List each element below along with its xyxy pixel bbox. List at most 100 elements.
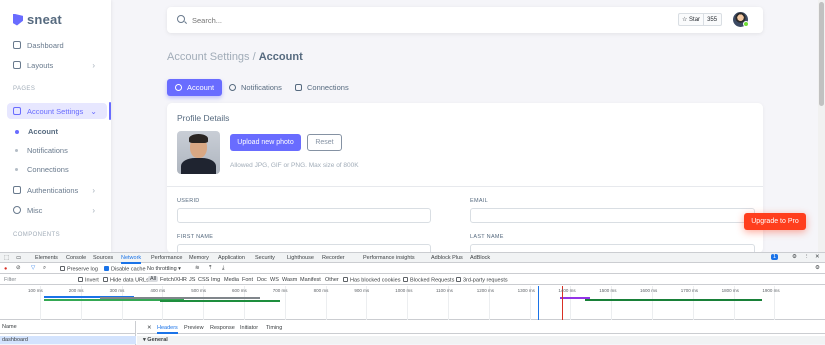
filter-type-img[interactable]: Img (211, 277, 220, 283)
devtools-tab-application[interactable]: Application (218, 255, 245, 261)
filter-type-doc[interactable]: Doc (257, 277, 267, 283)
detail-tabs: ✕ Headers Preview Response Initiator Tim… (137, 324, 825, 334)
devtools-tab-performance-insights[interactable]: Performance insights (363, 255, 415, 261)
detail-tab-initiator[interactable]: Initiator (240, 325, 258, 331)
filter-type-wasm[interactable]: Wasm (282, 277, 297, 283)
sidebar-subitem-account[interactable]: Account (15, 127, 58, 136)
blocked-requests-checkbox[interactable]: Blocked Requests (403, 277, 454, 284)
devtools-tab-network[interactable]: Network (121, 255, 142, 264)
upload-photo-button[interactable]: Upload new photo (230, 134, 301, 151)
sidebar-item-misc[interactable]: Misc › (13, 202, 105, 218)
devtools-tab-lighthouse[interactable]: Lighthouse (287, 255, 314, 261)
filter-type-css[interactable]: CSS (198, 277, 209, 283)
close-icon[interactable]: ✕ (147, 325, 152, 331)
devtools-tab-recorder[interactable]: Recorder (322, 255, 345, 261)
upgrade-button[interactable]: Upgrade to Pro (744, 213, 806, 230)
reset-button[interactable]: Reset (307, 134, 342, 151)
devtools-tab-console[interactable]: Console (66, 255, 86, 261)
detail-tab-timing[interactable]: Timing (266, 325, 282, 331)
userid-label: USERID (177, 198, 200, 204)
gear-icon[interactable]: ⚙ (792, 254, 797, 260)
timeline-tick-label: 1100 ms (436, 288, 453, 293)
third-party-checkbox[interactable]: 3rd-party requests (456, 277, 508, 284)
close-icon[interactable]: ✕ (815, 254, 820, 260)
star-icon: ☆ Star (679, 14, 705, 25)
detail-tab-response[interactable]: Response (210, 325, 235, 331)
avatar[interactable] (733, 12, 749, 27)
filter-type-other[interactable]: Other (325, 277, 339, 283)
issues-badge[interactable]: 1 (771, 254, 779, 260)
sidebar-subitem-label: Account (28, 127, 58, 136)
search-input[interactable] (192, 13, 492, 27)
devtools-tab-sources[interactable]: Sources (93, 255, 113, 261)
devtools-tab-adblock[interactable]: AdBlock (470, 255, 490, 261)
devtools-tab-adblock-plus[interactable]: Adblock Plus (431, 255, 463, 261)
timeline-tick-label: 1800 ms (721, 288, 739, 293)
filter-type-media[interactable]: Media (224, 277, 239, 283)
devtools-tab-security[interactable]: Security (255, 255, 275, 261)
settings-icon[interactable]: ⚙ (815, 265, 820, 271)
hide-data-urls-checkbox[interactable]: Hide data URLs (103, 277, 149, 284)
sidebar-item-label: Layouts (27, 60, 54, 70)
tab-connections[interactable]: Connections (287, 79, 357, 96)
dom-content-loaded-line (538, 286, 539, 320)
upload-icon[interactable]: ⤒ (209, 265, 211, 272)
invert-checkbox[interactable]: Invert (78, 277, 99, 284)
sidebar-item-account-settings[interactable]: Account Settings ⌄ (7, 103, 107, 119)
device-icon[interactable]: ▭ (16, 255, 21, 261)
filter-type-font[interactable]: Font (242, 277, 253, 283)
general-section-header[interactable]: ▾ General (137, 336, 825, 344)
timeline-tick-label: 1700 ms (680, 288, 699, 293)
sidebar-item-dashboard[interactable]: Dashboard (13, 37, 105, 53)
network-conditions-icon[interactable]: ≋ (195, 265, 200, 271)
tab-account[interactable]: Account (167, 79, 223, 96)
name-column-header[interactable]: Name (0, 324, 136, 334)
timeline-tick-label: 1900 ms (762, 288, 780, 293)
email-label: EMAIL (470, 198, 489, 204)
checkbox-label: 3rd-party requests (463, 277, 508, 284)
filter-input[interactable]: Filter (4, 277, 16, 283)
record-icon[interactable]: ● (4, 266, 7, 272)
inspect-icon[interactable]: ⬚ (4, 255, 9, 261)
download-icon[interactable]: ⤓ (222, 265, 224, 272)
sidebar-item-authentications[interactable]: Authentications › (13, 182, 105, 198)
email-field[interactable] (470, 208, 755, 223)
logo[interactable]: sneat (13, 12, 62, 27)
preserve-log-checkbox[interactable]: Preserve log (60, 266, 98, 273)
upload-hint: Allowed JPG, GIF or PNG. Max size of 800… (230, 162, 359, 169)
page-scrollbar[interactable] (818, 0, 825, 252)
blocked-cookies-checkbox[interactable]: Has blocked cookies (343, 277, 400, 284)
request-row[interactable]: dashboard (0, 336, 136, 344)
timeline-tick-label: 1300 ms (517, 288, 535, 293)
sidebar-item-layouts[interactable]: Layouts › (13, 57, 105, 73)
tab-notifications[interactable]: Notifications (221, 79, 290, 96)
timeline-tick-label: 100 ms (28, 288, 43, 293)
filter-type-manifest[interactable]: Manifest (300, 277, 321, 283)
search-icon[interactable]: ⌕ (43, 265, 46, 272)
throttling-select[interactable]: No throttling ▾ (147, 266, 181, 272)
menu-header-pages: PAGES (13, 86, 36, 92)
star-count[interactable]: 355 (704, 17, 720, 23)
network-timeline[interactable]: 100 ms 200 ms 300 ms 400 ms 500 ms 600 ms 700 … (0, 286, 825, 320)
devtools-tab-elements[interactable]: Elements (35, 255, 58, 261)
user-icon (175, 84, 182, 91)
more-icon[interactable]: ⋮ (804, 254, 810, 260)
filter-type-js[interactable]: JS (189, 277, 195, 283)
github-star-button[interactable]: ☆ Star 355 (678, 13, 722, 26)
filter-type-all[interactable]: All (148, 276, 159, 282)
devtools-tab-performance[interactable]: Performance (151, 255, 183, 261)
sidebar-subitem-notifications[interactable]: Notifications (15, 146, 68, 155)
filter-type-fetch[interactable]: Fetch/XHR (160, 277, 187, 283)
disable-cache-checkbox[interactable]: Disable cache (104, 266, 146, 273)
detail-tab-headers[interactable]: Headers (157, 325, 178, 334)
request-bar (585, 299, 762, 301)
filter-type-ws[interactable]: WS (270, 277, 279, 283)
scrollbar-thumb[interactable] (819, 2, 824, 106)
userid-field[interactable] (177, 208, 431, 223)
filter-icon[interactable]: ▽ (31, 265, 35, 271)
clear-icon[interactable]: ⊘ (16, 265, 21, 271)
search-icon (177, 15, 185, 23)
devtools-tab-memory[interactable]: Memory (189, 255, 209, 261)
detail-tab-preview[interactable]: Preview (184, 325, 204, 331)
sidebar-subitem-connections[interactable]: Connections (15, 165, 69, 174)
